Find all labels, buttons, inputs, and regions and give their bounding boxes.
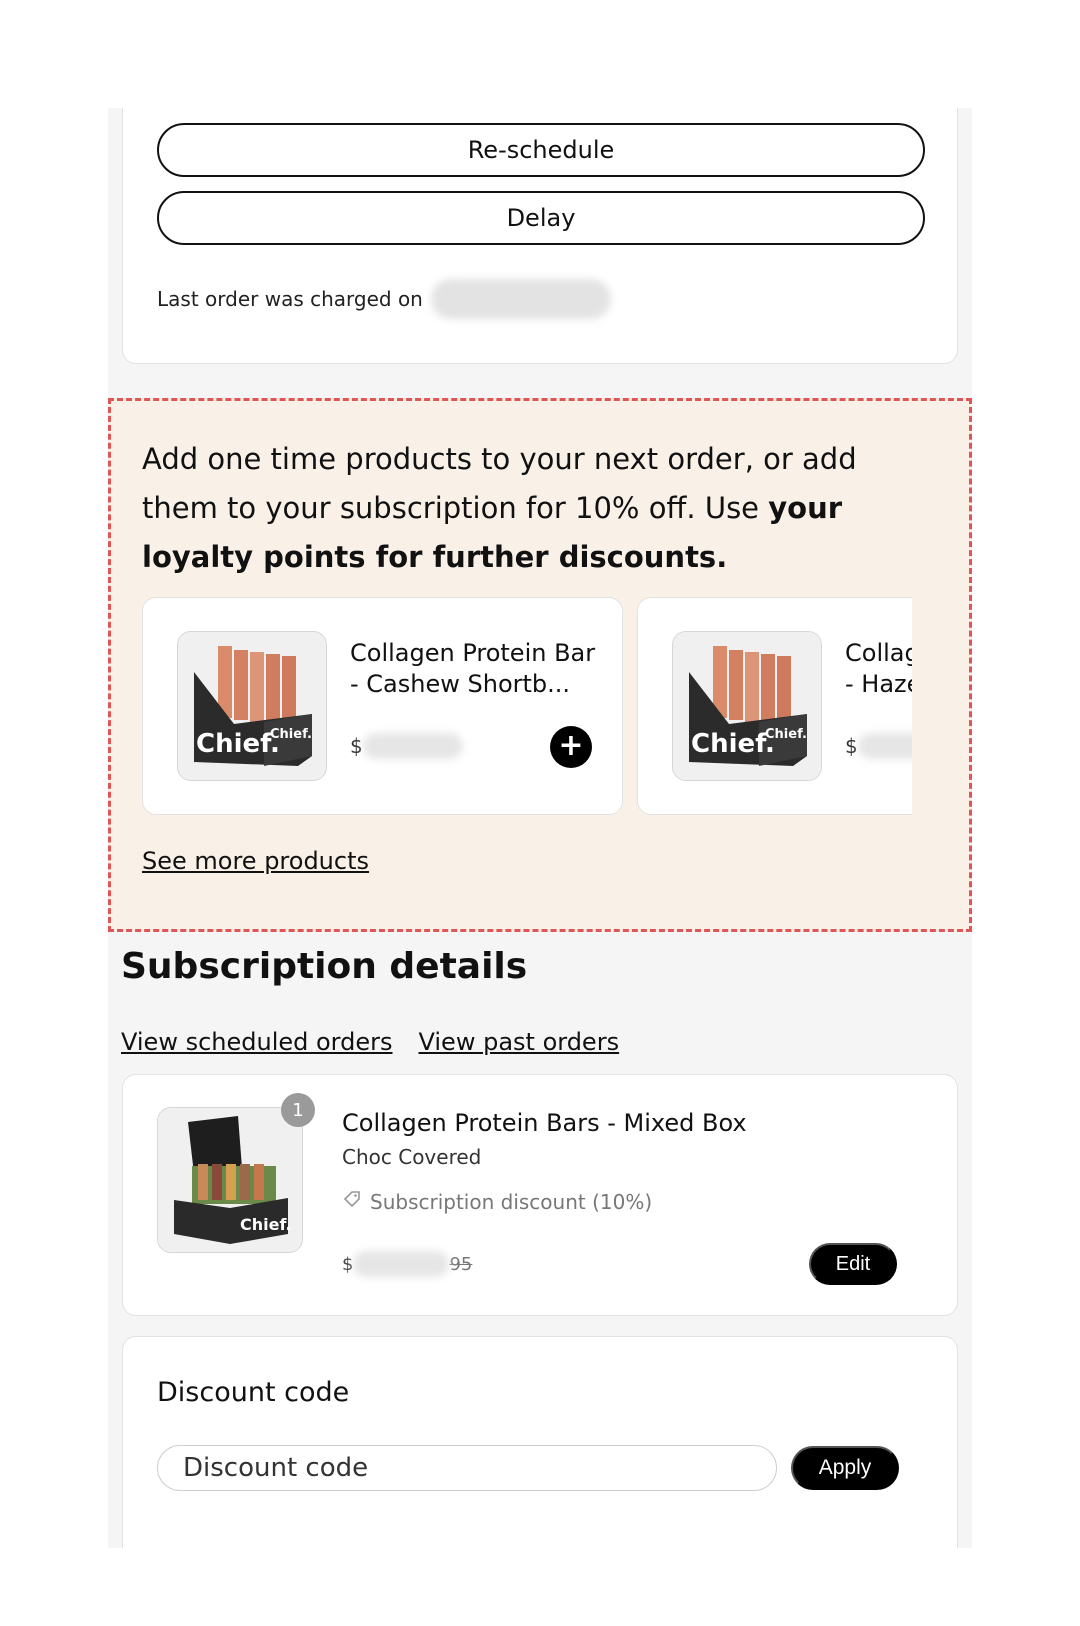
last-order-label: Last order was charged on [157, 287, 423, 311]
product-card[interactable]: Chief. Chief. Collagen Protein Bar - Cas… [142, 597, 623, 815]
price-currency: $ [350, 734, 363, 758]
subscription-discount: Subscription discount (10%) [342, 1189, 652, 1214]
discount-code-input[interactable] [157, 1445, 777, 1491]
original-price: 95 [449, 1253, 473, 1275]
redacted-price [362, 733, 463, 759]
promo-message: Add one time products to your next order… [142, 435, 932, 582]
redacted-date [430, 279, 611, 319]
plus-icon[interactable]: + [550, 726, 592, 768]
svg-text:Chief.: Chief. [196, 729, 280, 759]
apply-button[interactable]: Apply [791, 1446, 899, 1490]
quantity-badge: 1 [281, 1093, 315, 1127]
svg-text:Chief.: Chief. [765, 727, 807, 742]
view-scheduled-orders-link[interactable]: View scheduled orders [121, 1028, 393, 1056]
discount-code-title: Discount code [157, 1377, 350, 1408]
edit-button[interactable]: Edit [809, 1243, 897, 1285]
reschedule-button[interactable]: Re-schedule [157, 123, 925, 177]
redacted-price [353, 1251, 450, 1277]
price-currency: $ [845, 734, 858, 758]
page-viewport: Re-schedule Delay Last order was charged… [108, 108, 972, 1548]
promo-text-regular: Add one time products to your next order… [142, 442, 857, 525]
order-actions-card: Re-schedule Delay Last order was charged… [122, 108, 958, 364]
upsell-promo-section: Add one time products to your next order… [108, 398, 972, 932]
price-currency: $ [342, 1253, 354, 1275]
product-carousel[interactable]: Chief. Chief. Collagen Protein Bar - Cas… [142, 597, 912, 815]
see-more-products-link[interactable]: See more products [142, 847, 369, 875]
product-price: $ [845, 733, 912, 759]
subscription-brand-text: Chief. [240, 1215, 292, 1234]
discount-code-card: Discount code Apply [122, 1336, 958, 1548]
product-image: Chief. Chief. [177, 631, 327, 781]
subscription-price: $ 95 [342, 1251, 472, 1277]
order-links: View scheduled orders View past orders [121, 1028, 619, 1056]
subscription-item-card: Chief. 1 Collagen Protein Bars - Mixed B… [122, 1074, 958, 1316]
product-name[interactable]: Collagen Protein Bar - Cashew Shortb... [350, 638, 600, 700]
delay-button[interactable]: Delay [157, 191, 925, 245]
product-card[interactable]: Chief. Chief. Collagen Protein Bar - Haz… [637, 597, 912, 815]
product-image: Chief. Chief. [672, 631, 822, 781]
svg-text:Chief.: Chief. [691, 729, 775, 759]
svg-text:Chief.: Chief. [270, 727, 312, 742]
last-order-info: Last order was charged on [157, 279, 611, 319]
subscription-variant: Choc Covered [342, 1145, 482, 1169]
product-price: $ [350, 733, 463, 759]
tag-icon [342, 1189, 362, 1214]
subscription-product-image: Chief. [157, 1107, 303, 1253]
subscription-discount-label: Subscription discount (10%) [370, 1189, 653, 1214]
redacted-price [857, 733, 912, 759]
view-past-orders-link[interactable]: View past orders [419, 1028, 620, 1056]
product-name[interactable]: Collagen Protein Bar - Hazelnut... [845, 638, 912, 700]
subscription-title: Subscription details [121, 946, 528, 987]
subscription-product-name: Collagen Protein Bars - Mixed Box [342, 1109, 747, 1137]
